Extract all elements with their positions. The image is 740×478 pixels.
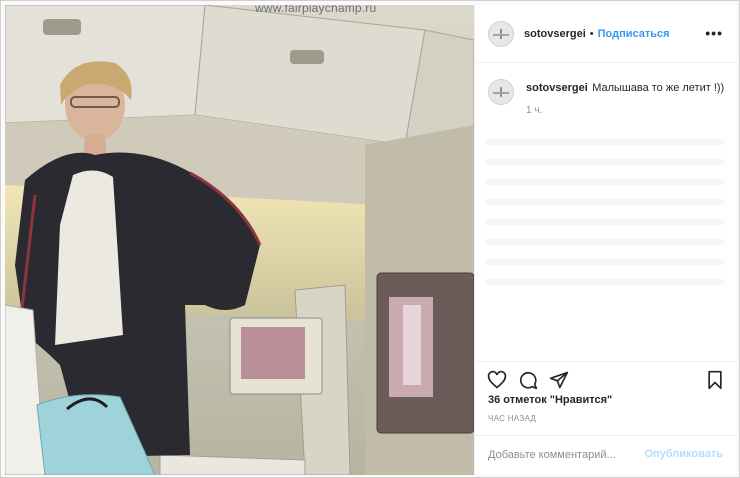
- post-header: sotovsergei • Подписаться •••: [475, 5, 737, 63]
- post-sidebar: sotovsergei • Подписаться ••• sotovserge…: [474, 5, 737, 475]
- share-icon[interactable]: [549, 370, 569, 395]
- caption-comment: sotovsergei Малышава то же летит !)): [488, 79, 728, 105]
- instagram-post-window: www.fairplaychamp.ru sotovsergei • Подпи…: [0, 0, 740, 478]
- separator-dot: •: [589, 27, 594, 40]
- comment-input[interactable]: [488, 446, 638, 464]
- post-author-username[interactable]: sotovsergei: [524, 28, 586, 40]
- add-comment-bar: Опубликовать: [475, 435, 737, 475]
- caption-username[interactable]: sotovsergei: [526, 82, 588, 94]
- caption-body: sotovsergei Малышава то же летит !)): [526, 79, 724, 105]
- avatar[interactable]: [488, 79, 514, 105]
- post-timestamp[interactable]: ЧАС НАЗАД: [488, 414, 536, 423]
- follow-button[interactable]: Подписаться: [598, 28, 670, 40]
- publish-button[interactable]: Опубликовать: [644, 448, 723, 460]
- post-photo[interactable]: www.fairplaychamp.ru: [5, 5, 474, 475]
- faded-comments-placeholder: [485, 125, 725, 325]
- comment-icon[interactable]: [518, 370, 538, 395]
- bookmark-icon[interactable]: [705, 370, 725, 395]
- likes-count[interactable]: 36 отметок "Нравится": [488, 394, 612, 406]
- avatar[interactable]: [488, 20, 514, 47]
- more-options-icon[interactable]: •••: [705, 25, 723, 41]
- caption-time[interactable]: 1 ч.: [526, 105, 542, 116]
- cabin-photo-image: [5, 5, 474, 475]
- photo-watermark: www.fairplaychamp.ru: [255, 5, 377, 15]
- heart-icon[interactable]: [487, 370, 507, 395]
- caption-text: Малышава то же летит !)): [592, 82, 725, 94]
